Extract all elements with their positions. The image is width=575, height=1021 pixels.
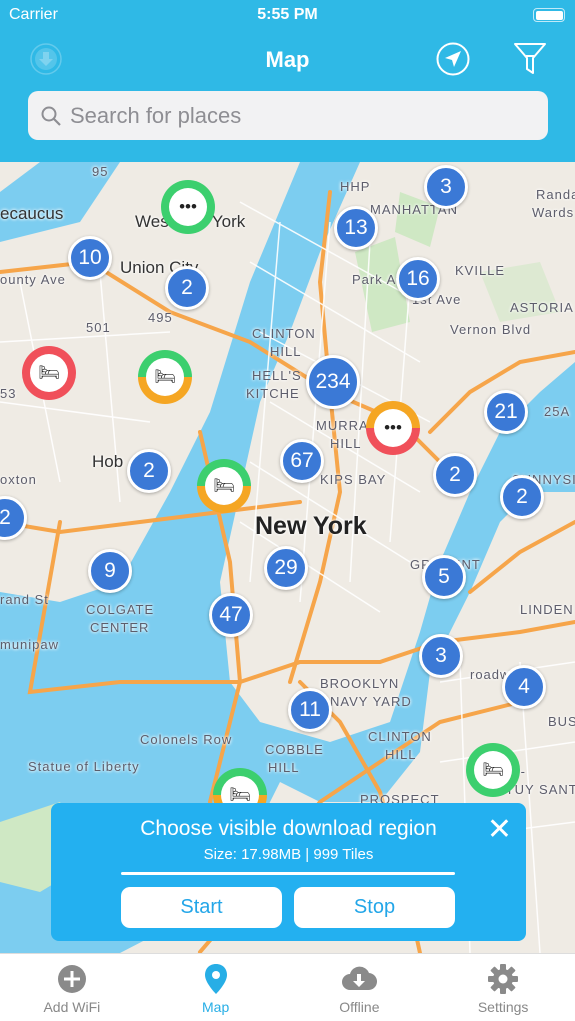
cluster-marker[interactable]: 47 [209,593,253,637]
tab-label: Settings [477,999,529,1015]
bed-icon: 🛏 [146,358,184,396]
tab-label: Add WiFi [43,999,101,1015]
map-label: KIPS BAY [320,472,387,487]
tab-settings[interactable]: Settings [431,954,575,1021]
tab-map[interactable]: Map [144,954,288,1021]
funnel-icon[interactable] [512,42,548,76]
map-label: MURRA [316,418,369,433]
search-bar[interactable] [28,91,548,140]
map-label: munipaw [0,637,60,652]
map-label: HILL [385,747,417,762]
cluster-marker[interactable]: 13 [334,206,378,250]
cluster-marker[interactable]: 2 [500,475,544,519]
map-label: 501 [86,320,111,335]
cluster-marker[interactable]: 3 [419,634,463,678]
cluster-marker[interactable]: 16 [396,257,440,301]
more-marker[interactable]: ••• [161,180,215,234]
map-label: HHP [340,179,371,194]
download-region-panel: Choose visible download region Size: 17.… [51,803,526,941]
cluster-marker[interactable]: 29 [264,546,308,590]
page-title: Map [265,47,310,72]
map-label: 95 [92,164,109,179]
map-label: HILL [330,436,362,451]
map-label: HILL [268,760,300,775]
cluster-marker[interactable]: 234 [306,355,360,409]
cluster-marker[interactable]: 5 [422,555,466,599]
map-label: Hob [92,452,124,471]
close-icon[interactable]: ✕ [487,815,512,845]
map-label: COLGATE [86,602,155,617]
map-label: HELL'S [252,368,302,383]
bed-icon: 🛏 [205,467,243,505]
map-label: 495 [148,310,173,325]
tab-label: Map [202,999,230,1015]
cluster-marker[interactable]: 2 [127,449,171,493]
map-label: rand St [0,592,49,607]
map-label: New York [255,512,367,540]
bed-icon: 🛏 [474,751,512,789]
map-label: BUS [548,714,575,729]
map-label: 25A [544,404,571,419]
tab-bar: Add WiFi Map Offline Settings [0,953,575,1021]
hotel-marker[interactable]: 🛏 [138,350,192,404]
start-button[interactable]: Start [121,887,282,928]
cluster-marker[interactable]: 10 [68,236,112,280]
download-size-info: Size: 17.98MB | 999 Tiles [203,846,374,863]
map-label: NAVY YARD [330,694,412,709]
map-pin-icon [204,964,227,994]
map-label: Randa [536,187,575,202]
cluster-marker[interactable]: 21 [484,390,528,434]
clock: 5:55 PM [257,6,318,23]
nav-header: Carrier 5:55 PM Map [0,0,575,162]
map-label: Statue of Liberty [28,759,140,774]
cluster-marker[interactable]: 11 [288,688,332,732]
map-label: ecaucus [0,204,64,223]
tab-offline[interactable]: Offline [288,954,432,1021]
map-label: LINDEN [520,602,574,617]
search-input[interactable] [70,102,510,129]
search-icon [41,106,61,126]
cluster-marker[interactable]: 9 [88,549,132,593]
cluster-marker[interactable]: 2 [433,453,477,497]
cloud-download-icon [342,966,378,991]
battery-icon [533,8,565,22]
map-label: KVILLE [455,263,506,278]
map-label: HILL [270,344,302,359]
map-label: Wards [532,205,575,220]
location-arrow-icon[interactable] [436,42,470,76]
panel-title: Choose visible download region [140,817,437,840]
map-label: CLINTON [252,326,316,341]
stop-button[interactable]: Stop [294,887,455,928]
hotel-marker[interactable]: 🛏 [466,743,520,797]
map-label: oxton [0,472,37,487]
map-label: 53 [0,386,17,401]
cluster-marker[interactable]: 67 [280,439,324,483]
ellipsis-icon: ••• [374,409,412,447]
plus-circle-icon [57,965,86,993]
ellipsis-icon: ••• [169,188,207,226]
map-label: KITCHE [246,386,300,401]
map-label: Vernon Blvd [450,322,532,337]
tab-add-wifi[interactable]: Add WiFi [0,954,144,1021]
hotel-marker[interactable]: 🛏 [22,346,76,400]
map-label: ounty Ave [0,272,66,287]
cluster-marker[interactable]: 3 [424,165,468,209]
map-label: COBBLE [265,742,324,757]
download-progress-bar [121,872,455,875]
cluster-marker[interactable]: 4 [502,665,546,709]
cluster-marker[interactable]: 2 [165,266,209,310]
hotel-marker[interactable]: 🛏 [197,459,251,513]
tab-label: Offline [339,999,380,1015]
more-marker[interactable]: ••• [366,401,420,455]
gear-icon [488,964,519,994]
map-label: CENTER [90,620,150,635]
map-label: CLINTON [368,729,432,744]
map-label: ASTORIA [510,300,574,315]
bed-icon: 🛏 [30,354,68,392]
map-label: Colonels Row [140,732,233,747]
map-label: BROOKLYN [320,676,400,691]
